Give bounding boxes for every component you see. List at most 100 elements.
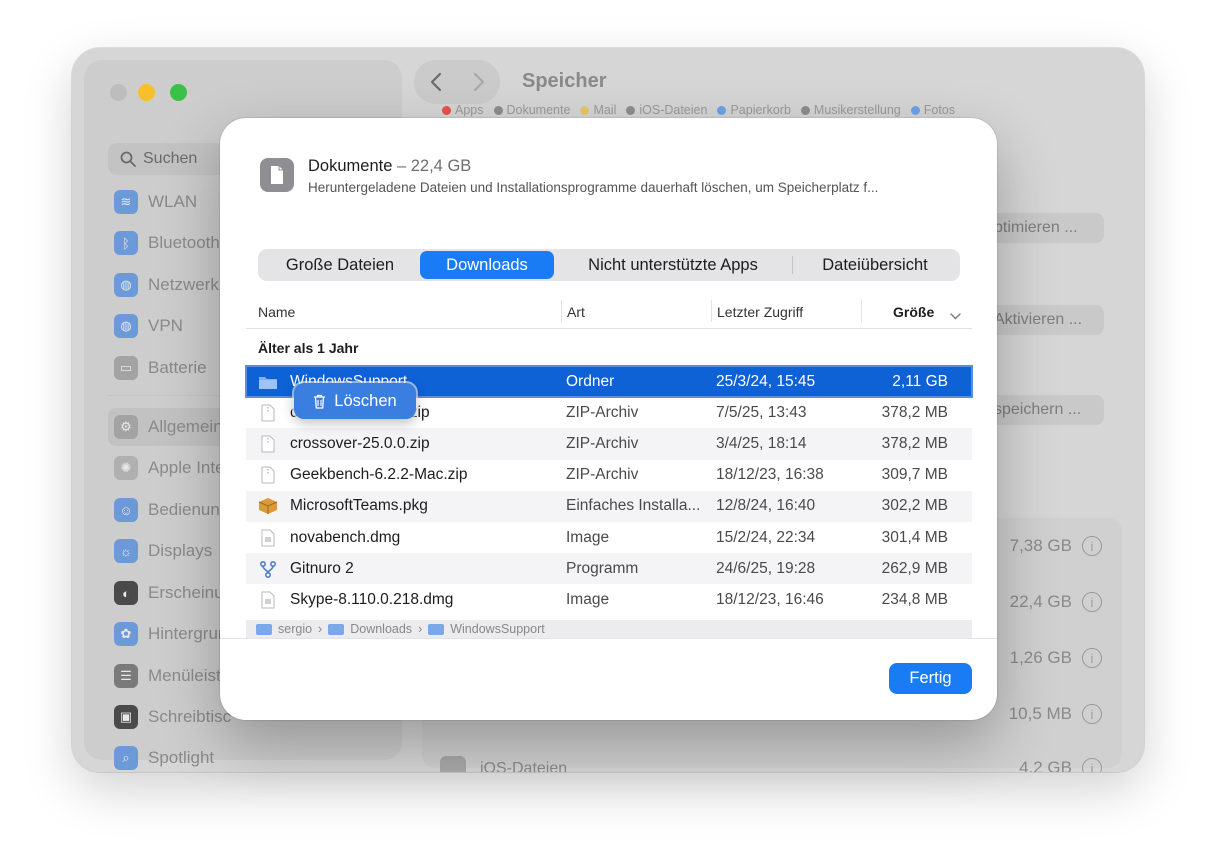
minimize-window-button[interactable] [138, 84, 155, 101]
back-button[interactable] [421, 67, 451, 97]
column-separator[interactable] [711, 300, 712, 322]
file-name: novabench.dmg [290, 528, 401, 546]
tab-dateiuebersicht[interactable]: Dateiübersicht [793, 251, 957, 279]
tab-nicht-unterstuetzte-apps[interactable]: Nicht unterstützte Apps [554, 251, 792, 279]
table-row[interactable]: Gitnuro 2 Programm 24/6/25, 19:28 262,9 … [246, 553, 972, 585]
file-kind: Ordner [566, 372, 615, 390]
delete-button[interactable]: Löschen [294, 383, 416, 419]
info-icon[interactable]: i [1082, 592, 1102, 612]
category-size: 4,2 GB [1019, 758, 1072, 772]
dialog-title-size: 22,4 GB [410, 157, 472, 175]
file-kind: ZIP-Archiv [566, 403, 639, 421]
file-last-access: 18/12/23, 16:38 [716, 466, 824, 484]
info-icon[interactable]: i [1082, 758, 1102, 772]
navigation-buttons [414, 60, 500, 104]
table-row[interactable]: Skype-8.110.0.218.dmg Image 18/12/23, 16… [246, 584, 972, 615]
column-header-kind[interactable]: Art [567, 304, 585, 320]
legend-dot-icon [910, 105, 920, 115]
tab-grosse-dateien[interactable]: Große Dateien [260, 251, 420, 279]
table-row[interactable]: MicrosoftTeams.pkg Einfaches Installa...… [246, 490, 972, 522]
apple-intelligence-icon: ✺ [114, 456, 138, 480]
file-size: 378,2 MB [881, 403, 948, 421]
zip-file-icon [258, 434, 278, 454]
delete-button-label: Löschen [334, 391, 397, 410]
storage-legend: Apps Dokumente Mail iOS-Dateien Papierko… [442, 103, 955, 117]
path-bar: sergio › Downloads › WindowsSupport [246, 620, 972, 638]
column-separator[interactable] [861, 300, 862, 322]
chevron-right-icon [473, 72, 484, 92]
documents-dialog: Dokumente – 22,4 GB Heruntergeladene Dat… [220, 118, 997, 720]
sidebar-item-erscheinungsbild[interactable]: ◐ Erscheinun [114, 579, 233, 607]
document-icon [260, 158, 294, 192]
file-size: 262,9 MB [881, 559, 948, 577]
search-placeholder: Suchen [143, 150, 198, 167]
vpn-globe-icon: ◍ [114, 314, 138, 338]
sidebar-item-wlan[interactable]: ≋ WLAN [114, 188, 197, 216]
legend-item-fotos: Fotos [910, 103, 955, 117]
close-window-button[interactable] [110, 84, 127, 101]
path-segment[interactable]: Downloads [350, 622, 412, 636]
done-button[interactable]: Fertig [889, 663, 972, 694]
sidebar-item-menueleiste[interactable]: ☰ Menüleiste [114, 662, 230, 690]
table-row[interactable]: novabench.dmg Image 15/2/24, 22:34 301,4… [246, 522, 972, 553]
sidebar-item-displays[interactable]: ☼ Displays [114, 537, 212, 565]
file-size: 301,4 MB [881, 528, 948, 546]
sidebar-item-label: Spotlight [148, 748, 215, 767]
column-header-last-access[interactable]: Letzter Zugriff [717, 304, 803, 320]
file-name: crossover-25.0.0.zip [290, 434, 430, 452]
zip-file-icon [258, 403, 278, 423]
column-separator[interactable] [561, 300, 562, 322]
info-icon[interactable]: i [1082, 536, 1102, 556]
sidebar-item-hintergrund[interactable]: ✿ Hintergrun [114, 620, 227, 648]
column-header-name[interactable]: Name [258, 304, 295, 320]
globe-icon: ◍ [114, 273, 138, 297]
info-icon[interactable]: i [1082, 704, 1102, 724]
desktop-icon: ▣ [114, 705, 138, 729]
package-icon [258, 496, 278, 516]
sidebar-item-bedienung[interactable]: ☺ Bedienung [114, 496, 229, 524]
file-size: 302,2 MB [881, 497, 948, 515]
chevron-down-icon[interactable] [950, 307, 961, 323]
sidebar-item-label: Hintergrun [148, 624, 228, 643]
appearance-icon: ◐ [114, 581, 138, 605]
category-size: 22,4 GB [1009, 592, 1072, 611]
tab-downloads[interactable]: Downloads [420, 251, 554, 279]
category-size-row: 22,4 GB i [1010, 592, 1102, 612]
zoom-window-button[interactable] [170, 84, 187, 101]
category-size-row: 1,26 GB i [1010, 648, 1102, 668]
file-size: 309,7 MB [881, 466, 948, 484]
file-last-access: 15/2/24, 22:34 [716, 528, 816, 546]
sidebar-item-label: VPN [148, 316, 183, 335]
sidebar-item-batterie[interactable]: ▭ Batterie [114, 354, 207, 382]
bluetooth-icon: ᛒ [114, 231, 138, 255]
sidebar-item-vpn[interactable]: ◍ VPN [114, 312, 183, 340]
info-icon[interactable]: i [1082, 648, 1102, 668]
file-name: Geekbench-6.2.2-Mac.zip [290, 466, 468, 484]
table-row[interactable]: Geekbench-6.2.2-Mac.zip ZIP-Archiv 18/12… [246, 460, 972, 491]
sidebar-item-schreibtisch[interactable]: ▣ Schreibtisc [114, 703, 231, 731]
chevron-left-icon [430, 72, 441, 92]
git-app-icon [258, 559, 278, 579]
dialog-title-dash: – [392, 157, 411, 175]
file-last-access: 12/8/24, 16:40 [716, 497, 816, 515]
sidebar-item-apple-intelligence[interactable]: ✺ Apple Intel [114, 454, 228, 482]
legend-item-musikerstellung: Musikerstellung [800, 103, 901, 117]
sidebar-item-allgemein[interactable]: ⚙ Allgemein [114, 413, 223, 441]
category-size: 7,38 GB [1009, 536, 1072, 555]
path-segment[interactable]: sergio [278, 622, 312, 636]
path-segment[interactable]: WindowsSupport [450, 622, 545, 636]
file-last-access: 7/5/25, 13:43 [716, 403, 807, 421]
dialog-title-text: Dokumente [308, 157, 393, 175]
optimize-button-label: ptimieren ... [994, 219, 1078, 236]
table-row[interactable]: crossover-25.0.0.zip ZIP-Archiv 3/4/25, … [246, 428, 972, 460]
sidebar-item-spotlight[interactable]: ⌕ Spotlight [114, 744, 214, 772]
forward-button[interactable] [464, 67, 494, 97]
file-last-access: 18/12/23, 16:46 [716, 590, 824, 608]
sidebar-item-bluetooth[interactable]: ᛒ Bluetooth [114, 229, 220, 257]
sidebar-item-netzwerk[interactable]: ◍ Netzwerk [114, 271, 219, 299]
footer-divider [220, 638, 997, 639]
column-header-size[interactable]: Größe [893, 304, 934, 320]
ios-device-icon [440, 756, 466, 772]
sidebar-item-label: Displays [148, 541, 213, 560]
file-name: Skype-8.110.0.218.dmg [290, 590, 454, 608]
